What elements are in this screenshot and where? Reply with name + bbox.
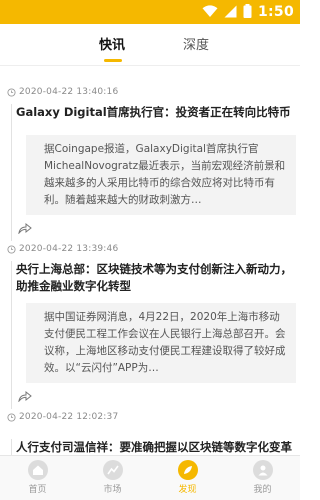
battery-icon — [243, 3, 252, 22]
timeline-line — [11, 439, 12, 455]
profile-icon — [252, 460, 273, 480]
clock-icon — [7, 244, 16, 254]
timestamp-row: 2020-04-22 13:39:46 — [7, 241, 300, 257]
news-title[interactable]: 央行上海总部：区块链技术等为支付创新注入新动力，助推金融业数字化转型 — [16, 261, 300, 295]
tab-quick-news[interactable]: 快讯 — [99, 34, 125, 53]
timestamp-row: 2020-04-22 13:40:16 — [7, 84, 300, 100]
nav-discover-label: 发现 — [178, 485, 197, 495]
market-icon — [102, 460, 123, 480]
bottom-nav: 首页 市场 发现 我的 — [0, 455, 300, 500]
clock-icon — [7, 412, 16, 422]
news-title[interactable]: Galaxy Digital首席执行官：投资者正在转向比特币 — [16, 104, 300, 121]
nav-profile[interactable]: 我的 — [225, 456, 300, 500]
news-summary[interactable]: 据Coingape报道，GalaxyDigital首席执行官MichealNov… — [26, 135, 296, 215]
status-icons: 1:50 — [202, 3, 294, 21]
share-button[interactable] — [18, 383, 300, 409]
nav-market[interactable]: 市场 — [75, 456, 150, 500]
news-timestamp: 2020-04-22 13:39:46 — [19, 244, 119, 254]
news-summary[interactable]: 据中国证券网消息，4月22日，2020年上海市移动支付便民工程工作会议在人民银行… — [26, 303, 296, 383]
timeline-line — [11, 261, 12, 409]
status-time: 1:50 — [257, 4, 294, 20]
home-icon — [27, 460, 48, 480]
news-item[interactable]: 人行支付司温信祥：要准确把握以区块链等数字化变革的巨大影响 — [11, 439, 300, 455]
news-timestamp: 2020-04-22 12:02:37 — [19, 412, 119, 422]
share-icon — [18, 222, 32, 234]
share-button[interactable] — [18, 215, 300, 241]
nav-market-label: 市场 — [103, 485, 122, 495]
nav-discover[interactable]: 发现 — [150, 456, 225, 500]
nav-home[interactable]: 首页 — [0, 456, 75, 500]
signal-icon — [224, 3, 237, 22]
discover-icon — [177, 460, 198, 480]
news-item[interactable]: 央行上海总部：区块链技术等为支付创新注入新动力，助推金融业数字化转型 据中国证券… — [11, 261, 300, 409]
wifi-icon — [202, 3, 218, 22]
tab-depth[interactable]: 深度 — [183, 34, 209, 53]
nav-home-label: 首页 — [28, 485, 47, 495]
timestamp-row: 2020-04-22 12:02:37 — [7, 409, 300, 425]
news-timestamp: 2020-04-22 13:40:16 — [19, 87, 119, 97]
news-item[interactable]: Galaxy Digital首席执行官：投资者正在转向比特币 据Coingape… — [11, 104, 300, 241]
news-title[interactable]: 人行支付司温信祥：要准确把握以区块链等数字化变革的巨大影响 — [16, 439, 300, 455]
timeline-line — [11, 104, 12, 241]
news-feed[interactable]: 2020-04-22 13:40:16 Galaxy Digital首席执行官：… — [0, 66, 300, 455]
clock-icon — [7, 87, 16, 97]
top-tabs: 快讯 深度 — [0, 24, 300, 66]
nav-profile-label: 我的 — [253, 485, 272, 495]
share-icon — [18, 390, 32, 402]
status-bar: 1:50 — [0, 0, 300, 24]
active-tab-indicator — [104, 59, 122, 62]
